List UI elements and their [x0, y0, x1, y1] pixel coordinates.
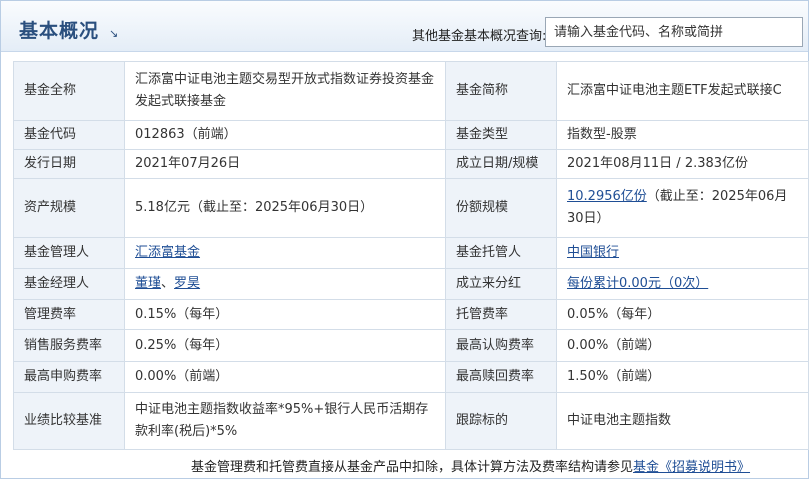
value-max-subscription-fee: 0.00%（前端）: [556, 329, 809, 362]
value-issue-date: 2021年07月26日: [124, 149, 446, 179]
label-fund-fullname: 基金全称: [13, 61, 125, 121]
value-fund-type: 指数型-股票: [556, 120, 809, 150]
value-custody-fee: 0.05%（每年）: [556, 299, 809, 330]
label-tracking-target: 跟踪标的: [445, 392, 557, 450]
value-custodian: 中国银行: [556, 237, 809, 269]
custodian-link[interactable]: 中国银行: [567, 245, 619, 260]
label-fund-managers: 基金经理人: [13, 268, 125, 300]
value-fund-code: 012863（前端）: [124, 120, 446, 150]
panel-header: 基本概况 ↘ 其他基金基本概况查询:: [1, 1, 808, 52]
label-inception-date-size: 成立日期/规模: [445, 149, 557, 179]
label-issue-date: 发行日期: [13, 149, 125, 179]
table-row: 管理费率 0.15%（每年） 托管费率 0.05%（每年）: [13, 299, 809, 330]
manager-link-2[interactable]: 罗昊: [174, 276, 200, 291]
dividends-link[interactable]: 每份累计0.00元（0次）: [567, 276, 708, 291]
table-row: 销售服务费率 0.25%（每年） 最高认购费率 0.00%（前端）: [13, 329, 809, 362]
label-max-subscription-fee: 最高认购费率: [445, 329, 557, 362]
label-fund-manager-company: 基金管理人: [13, 237, 125, 269]
value-fund-shortname: 汇添富中证电池主题ETF发起式联接C: [556, 61, 809, 121]
value-max-redemption-fee: 1.50%（前端）: [556, 361, 809, 393]
value-fund-fullname: 汇添富中证电池主题交易型开放式指数证券投资基金发起式联接基金: [124, 61, 446, 121]
label-max-purchase-fee: 最高申购费率: [13, 361, 125, 393]
value-asset-size: 5.18亿元（截止至：2025年06月30日）: [124, 178, 446, 238]
value-share-size: 10.2956亿份（截止至：2025年06月30日）: [556, 178, 809, 238]
label-benchmark: 业绩比较基准: [13, 392, 125, 450]
value-dividends: 每份累计0.00元（0次）: [556, 268, 809, 300]
manager-link-1[interactable]: 董瑾: [135, 276, 161, 291]
label-management-fee: 管理费率: [13, 299, 125, 330]
fund-search-input[interactable]: [545, 17, 803, 47]
value-tracking-target: 中证电池主题指数: [556, 392, 809, 450]
table-row: 基金代码 012863（前端） 基金类型 指数型-股票: [13, 120, 809, 150]
label-sales-service-fee: 销售服务费率: [13, 329, 125, 362]
value-benchmark: 中证电池主题指数收益率*95%+银行人民币活期存款利率(税后)*5%: [124, 392, 446, 450]
label-fund-shortname: 基金简称: [445, 61, 557, 121]
value-sales-service-fee: 0.25%（每年）: [124, 329, 446, 362]
label-custody-fee: 托管费率: [445, 299, 557, 330]
value-fund-manager-company: 汇添富基金: [124, 237, 446, 269]
panel-title: 基本概况: [19, 20, 100, 42]
label-dividends: 成立来分红: [445, 268, 557, 300]
value-inception-date-size: 2021年08月11日 / 2.383亿份: [556, 149, 809, 179]
value-management-fee: 0.15%（每年）: [124, 299, 446, 330]
table-row: 资产规模 5.18亿元（截止至：2025年06月30日） 份额规模 10.295…: [13, 178, 809, 238]
table-row: 基金管理人 汇添富基金 基金托管人 中国银行: [13, 237, 809, 269]
search-label: 其他基金基本概况查询:: [412, 29, 547, 44]
table-row: 基金全称 汇添富中证电池主题交易型开放式指数证券投资基金发起式联接基金 基金简称…: [13, 61, 809, 121]
fund-info-table: 基金全称 汇添富中证电池主题交易型开放式指数证券投资基金发起式联接基金 基金简称…: [13, 61, 809, 450]
table-row: 基金经理人 董瑾、罗昊 成立来分红 每份累计0.00元（0次）: [13, 268, 809, 300]
arrow-icon: ↘: [109, 27, 119, 40]
label-custodian: 基金托管人: [445, 237, 557, 269]
table-row: 最高申购费率 0.00%（前端） 最高赎回费率 1.50%（前端）: [13, 361, 809, 393]
fund-manager-company-link[interactable]: 汇添富基金: [135, 245, 200, 260]
share-size-link[interactable]: 10.2956亿份: [567, 189, 647, 204]
fund-overview-panel: 基本概况 ↘ 其他基金基本概况查询: 基金全称 汇添富中证电池主题交易型开放式指…: [0, 0, 809, 479]
manager-separator: 、: [161, 276, 175, 291]
label-asset-size: 资产规模: [13, 178, 125, 238]
label-fund-code: 基金代码: [13, 120, 125, 150]
label-share-size: 份额规模: [445, 178, 557, 238]
fee-note-text: 基金管理费和托管费直接从基金产品中扣除，具体计算方法及费率结构请参见: [191, 460, 634, 475]
prospectus-link[interactable]: 基金《招募说明书》: [633, 460, 750, 475]
label-max-redemption-fee: 最高赎回费率: [445, 361, 557, 393]
value-fund-managers: 董瑾、罗昊: [124, 268, 446, 300]
label-fund-type: 基金类型: [445, 120, 557, 150]
fee-note: 基金管理费和托管费直接从基金产品中扣除，具体计算方法及费率结构请参见基金《招募说…: [191, 456, 750, 475]
table-row: 业绩比较基准 中证电池主题指数收益率*95%+银行人民币活期存款利率(税后)*5…: [13, 392, 809, 450]
table-row: 发行日期 2021年07月26日 成立日期/规模 2021年08月11日 / 2…: [13, 149, 809, 179]
value-max-purchase-fee: 0.00%（前端）: [124, 361, 446, 393]
